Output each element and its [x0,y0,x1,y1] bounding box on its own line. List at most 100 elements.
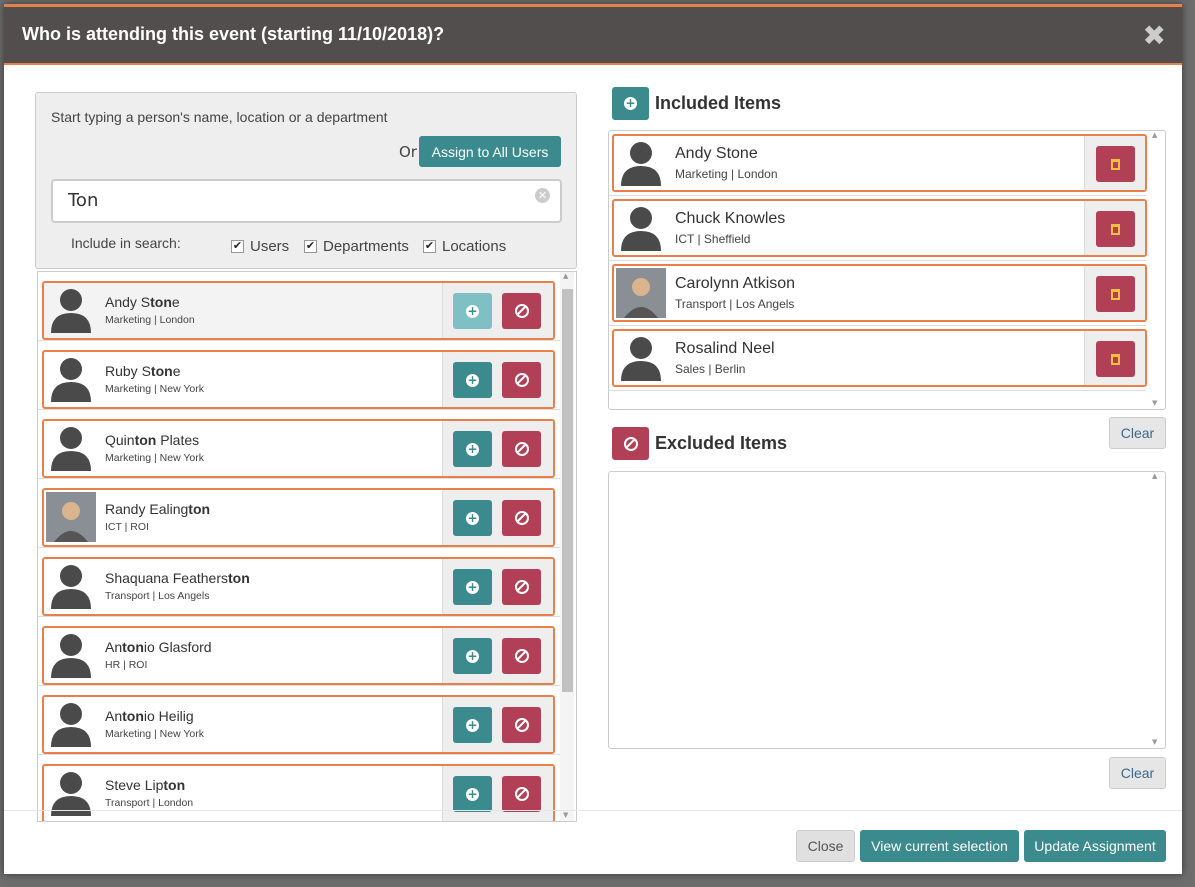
included-row: Rosalind Neel Sales | Berlin [609,326,1147,391]
assign-all-users-button[interactable]: Assign to All Users [419,136,561,167]
person-details: Marketing | New York [105,452,205,464]
search-input[interactable]: Ton ✕ [51,179,562,223]
person-details: Marketing | London [105,314,195,326]
exclude-button[interactable] [502,569,541,605]
person-details: Sales | Berlin [675,362,746,376]
excluded-header: Excluded Items [612,427,787,460]
update-assignment-button[interactable]: Update Assignment [1024,830,1166,862]
person-name: Steve Lipton [105,777,186,793]
person-avatar-icon [616,138,666,188]
ban-icon [612,427,649,460]
result-row: Shaquana Featherston Transport | Los Ang… [38,548,560,617]
trash-icon [1111,288,1120,300]
checkbox-icon[interactable]: ✔ [423,240,436,253]
person-name: Ruby Stone [105,363,181,379]
plus-circle-icon: + [466,717,479,732]
row-actions: + [442,352,553,407]
person-card: Chuck Knowles ICT | Sheffield [612,199,1147,257]
exclude-button[interactable] [502,638,541,674]
person-details: Transport | Los Angels [105,590,210,602]
include-button[interactable]: + [453,431,492,467]
result-row: Quinton Plates Marketing | New York + [38,410,560,479]
exclude-button[interactable] [502,293,541,329]
clear-excluded-button[interactable]: Clear [1109,757,1166,789]
remove-button[interactable] [1096,341,1135,377]
include-button[interactable]: + [453,500,492,536]
person-avatar-icon [46,630,96,680]
plus-circle-icon: + [466,579,479,594]
person-details: HR | ROI [105,659,148,671]
include-button[interactable]: + [453,569,492,605]
close-button[interactable]: Close [796,830,855,862]
ban-icon [514,580,529,594]
included-row: Chuck Knowles ICT | Sheffield [609,196,1147,261]
remove-button[interactable] [1096,211,1135,247]
row-actions: + [442,283,553,338]
results-scrollbar[interactable]: ▲ ▼ [560,272,574,821]
person-card: Carolynn Atkison Transport | Los Angels [612,264,1147,322]
plus-circle-icon: + [466,510,479,525]
row-actions: + [442,559,553,614]
person-card: Antonio Glasford HR | ROI + [42,626,555,685]
ban-icon [514,649,529,663]
person-avatar-icon [46,561,96,611]
result-row: Ruby Stone Marketing | New York + [38,341,560,410]
person-card: Ruby Stone Marketing | New York + [42,350,555,409]
include-button[interactable]: + [453,776,492,812]
included-title: Included Items [655,93,782,113]
person-details: Marketing | London [675,167,778,181]
close-icon[interactable]: ✖ [1143,19,1166,52]
plus-circle-icon: + [466,303,479,318]
person-name: Antonio Heilig [105,708,194,724]
dialog-footer: Close View current selection Update Assi… [4,810,1182,877]
person-card: Rosalind Neel Sales | Berlin [612,329,1147,387]
person-photo [46,492,96,542]
trash-icon [1111,158,1120,170]
clear-search-icon[interactable]: ✕ [535,188,550,203]
view-selection-button[interactable]: View current selection [860,830,1019,862]
search-results-list: ▲ ▼ Andy Stone Marketing | London + Ruby … [37,271,577,822]
result-row: Antonio Glasford HR | ROI + [38,617,560,686]
person-avatar-icon [616,333,666,383]
person-details: Marketing | New York [105,728,205,740]
checkbox-icon[interactable]: ✔ [304,240,317,253]
plus-circle-icon: + [466,441,479,456]
remove-button[interactable] [1096,146,1135,182]
dialog-header: Who is attending this event (starting 11… [4,7,1182,65]
person-name: Antonio Glasford [105,639,212,655]
exclude-button[interactable] [502,362,541,398]
person-card: Quinton Plates Marketing | New York + [42,419,555,478]
dialog-title: Who is attending this event (starting 11… [22,24,445,44]
person-name: Andy Stone [105,294,180,310]
included-row: Andy Stone Marketing | London [609,131,1147,196]
person-details: Transport | Los Angels [675,297,795,311]
row-actions [1084,331,1145,385]
exclude-button[interactable] [502,500,541,536]
include-label: Include in search: [71,235,181,251]
person-details: Transport | London [105,797,194,809]
person-card: Andy Stone Marketing | London [612,134,1147,192]
person-name: Rosalind Neel [675,340,775,357]
result-row: Andy Stone Marketing | London + [38,272,560,341]
include-button[interactable]: + [453,707,492,743]
excluded-scrollbar[interactable]: ▲ ▼ [1149,472,1163,748]
exclude-button[interactable] [502,707,541,743]
person-name: Chuck Knowles [675,210,786,227]
ban-icon [514,718,529,732]
row-actions [1084,266,1145,320]
person-details: ICT | Sheffield [675,232,751,246]
filter-users-checkbox[interactable]: ✔ Users [231,238,289,255]
filter-locations-checkbox[interactable]: ✔ Locations [423,238,506,255]
row-actions: + [442,628,553,683]
remove-button[interactable] [1096,276,1135,312]
checkbox-icon[interactable]: ✔ [231,240,244,253]
filter-departments-checkbox[interactable]: ✔ Departments [304,238,409,255]
included-scrollbar[interactable]: ▲ ▼ [1149,131,1163,409]
include-button[interactable]: + [453,293,492,329]
include-button[interactable]: + [453,362,492,398]
clear-included-button[interactable]: Clear [1109,417,1166,449]
included-header: + Included Items [612,87,781,120]
include-button[interactable]: + [453,638,492,674]
exclude-button[interactable] [502,776,541,812]
exclude-button[interactable] [502,431,541,467]
